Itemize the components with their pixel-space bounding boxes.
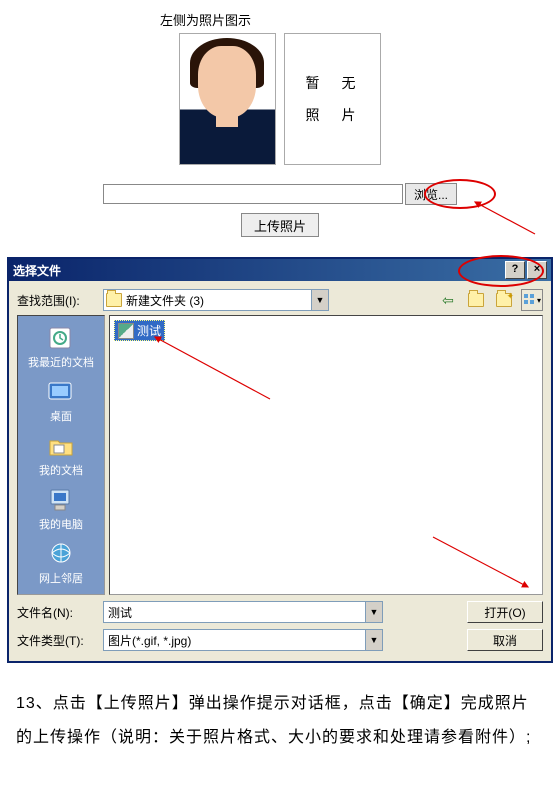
place-label: 我最近的文档 bbox=[28, 354, 94, 370]
sample-caption: 左侧为照片图示 bbox=[160, 10, 560, 29]
dialog-toolbar: ⇦ ✦ ▾ bbox=[437, 289, 543, 311]
photo-placeholder: 暂 无 照 片 bbox=[284, 33, 381, 165]
my-computer-icon bbox=[45, 486, 77, 514]
dialog-body: 我最近的文档 桌面 我的文档 我的电脑 bbox=[9, 315, 551, 595]
view-menu-icon[interactable]: ▾ bbox=[521, 289, 543, 311]
recent-docs-icon bbox=[45, 324, 77, 352]
portrait-neck bbox=[216, 109, 238, 127]
place-desktop[interactable]: 桌面 bbox=[43, 376, 79, 426]
place-my-docs[interactable]: 我的文档 bbox=[37, 430, 85, 480]
sample-photo bbox=[179, 33, 276, 165]
cancel-button[interactable]: 取消 bbox=[467, 629, 543, 651]
lookin-row: 查找范围(I): 新建文件夹 (3) ▼ ⇦ ✦ ▾ bbox=[9, 281, 551, 315]
folder-icon bbox=[106, 293, 122, 307]
chevron-down-icon[interactable]: ▼ bbox=[365, 602, 382, 622]
filename-value: 测试 bbox=[108, 604, 132, 621]
upload-button-row: 上传照片 bbox=[0, 213, 560, 237]
annotation-arrow-file bbox=[150, 334, 280, 404]
file-path-input[interactable] bbox=[103, 184, 403, 204]
place-my-computer[interactable]: 我的电脑 bbox=[37, 484, 85, 534]
portrait-face bbox=[198, 46, 256, 118]
filename-row: 文件名(N): 测试 ▼ 打开(O) bbox=[17, 601, 543, 623]
place-label: 我的文档 bbox=[39, 462, 83, 478]
dialog-titlebar: 选择文件 ? × bbox=[9, 259, 551, 281]
up-folder-icon[interactable] bbox=[465, 289, 487, 311]
top-area: 左侧为照片图示 暂 无 照 片 浏览... 上传照片 bbox=[0, 0, 560, 237]
chevron-down-icon[interactable]: ▼ bbox=[365, 630, 382, 650]
filetype-combo[interactable]: 图片(*.gif, *.jpg) ▼ bbox=[103, 629, 383, 651]
places-bar: 我最近的文档 桌面 我的文档 我的电脑 bbox=[17, 315, 105, 595]
filetype-row: 文件类型(T): 图片(*.gif, *.jpg) ▼ 取消 bbox=[17, 629, 543, 651]
lookin-value: 新建文件夹 (3) bbox=[126, 292, 204, 309]
place-recent-docs[interactable]: 我最近的文档 bbox=[26, 322, 96, 372]
lookin-combo[interactable]: 新建文件夹 (3) ▼ bbox=[103, 289, 329, 311]
network-icon bbox=[45, 540, 77, 568]
my-docs-icon bbox=[45, 432, 77, 460]
lookin-label: 查找范围(I): bbox=[17, 292, 97, 309]
titlebar-buttons: ? × bbox=[505, 261, 547, 279]
upload-photo-button[interactable]: 上传照片 bbox=[241, 213, 319, 237]
place-label: 我的电脑 bbox=[39, 516, 83, 532]
photo-row: 暂 无 照 片 bbox=[0, 33, 560, 165]
placeholder-line-2: 照 片 bbox=[306, 105, 360, 125]
image-file-icon bbox=[118, 323, 134, 339]
placeholder-line-1: 暂 无 bbox=[306, 73, 360, 93]
dialog-help-button[interactable]: ? bbox=[505, 261, 525, 279]
dialog-bottom: 文件名(N): 测试 ▼ 打开(O) 文件类型(T): 图片(*.gif, *.… bbox=[9, 595, 551, 661]
filename-label: 文件名(N): bbox=[17, 604, 97, 621]
instruction-text: 13、点击【上传照片】弹出操作提示对话框，点击【确定】完成照片的上传操作（说明：… bbox=[0, 683, 560, 774]
desktop-icon bbox=[45, 378, 77, 406]
dialog-close-button[interactable]: × bbox=[527, 261, 547, 279]
filetype-value: 图片(*.gif, *.jpg) bbox=[108, 632, 191, 649]
dialog-title: 选择文件 bbox=[13, 262, 61, 279]
filetype-label: 文件类型(T): bbox=[17, 632, 97, 649]
path-row: 浏览... bbox=[0, 183, 560, 205]
chevron-down-icon[interactable]: ▼ bbox=[311, 290, 328, 310]
place-label: 桌面 bbox=[50, 408, 72, 424]
filename-combo[interactable]: 测试 ▼ bbox=[103, 601, 383, 623]
place-network[interactable]: 网上邻居 bbox=[37, 538, 85, 588]
browse-button[interactable]: 浏览... bbox=[405, 183, 457, 205]
new-folder-icon[interactable]: ✦ bbox=[493, 289, 515, 311]
back-icon[interactable]: ⇦ bbox=[437, 289, 459, 311]
file-list[interactable]: 测试 bbox=[109, 315, 543, 595]
file-dialog: 选择文件 ? × 查找范围(I): 新建文件夹 (3) ▼ ⇦ ✦ ▾ bbox=[7, 257, 553, 663]
open-button[interactable]: 打开(O) bbox=[467, 601, 543, 623]
annotation-arrow-open bbox=[428, 532, 538, 592]
place-label: 网上邻居 bbox=[39, 570, 83, 586]
